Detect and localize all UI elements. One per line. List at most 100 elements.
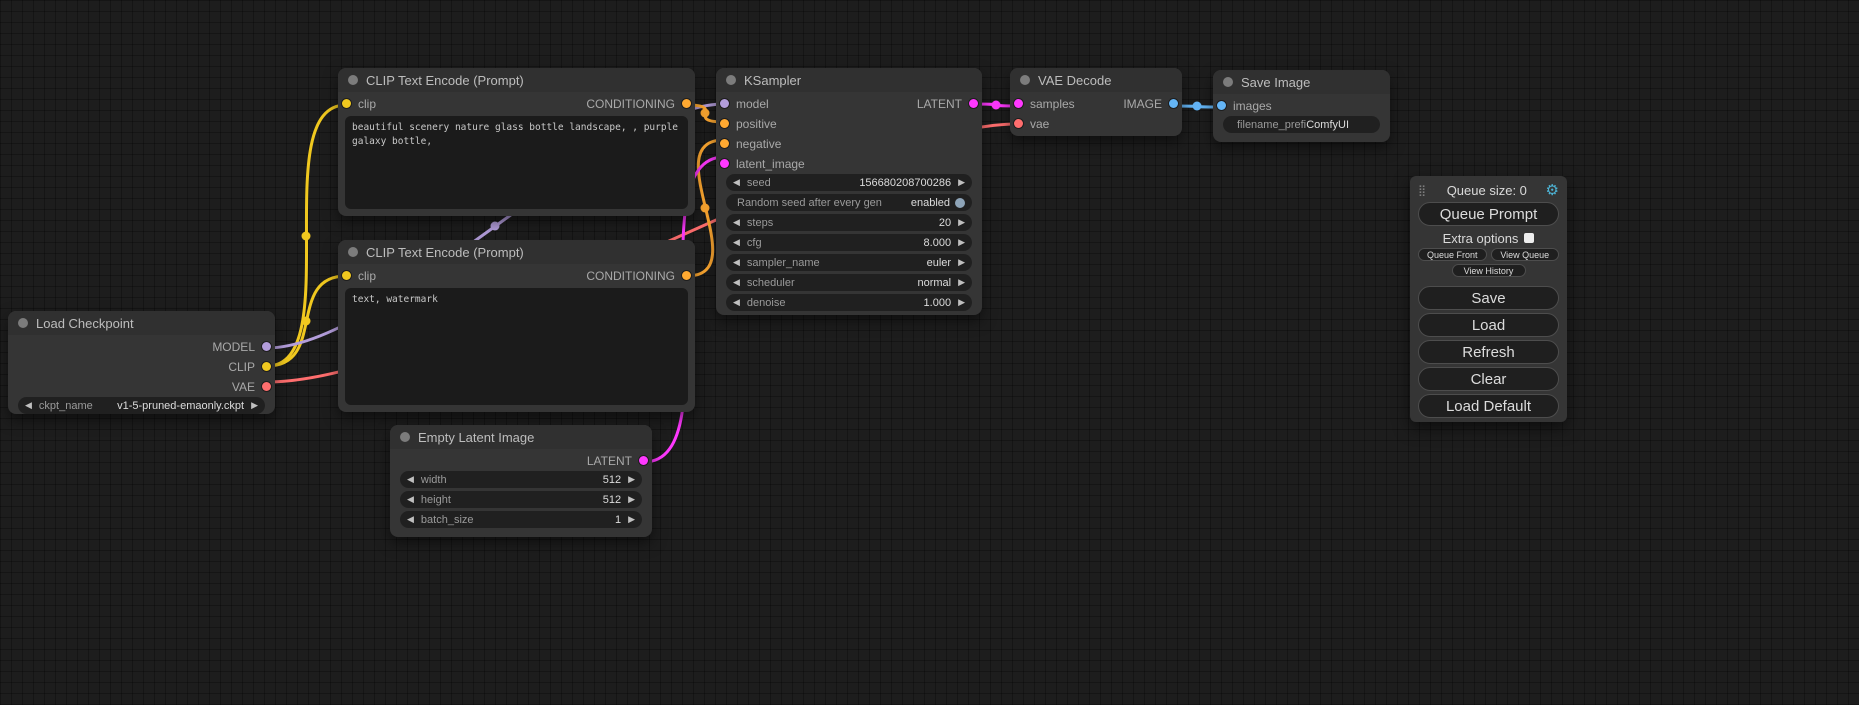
widget-filename-prefix[interactable]: filename_prefix ComfyUI	[1223, 116, 1380, 133]
input-dot-clip[interactable]	[342, 271, 351, 280]
input-slot-clip[interactable]: clip	[342, 97, 376, 111]
clear-button[interactable]: Clear	[1418, 367, 1559, 391]
increment-arrow-icon[interactable]: ▶	[958, 238, 965, 247]
queue-front-button[interactable]: Queue Front	[1418, 248, 1487, 261]
input-slot-clip[interactable]: clip	[342, 269, 376, 283]
node-vae-decode[interactable]: VAE Decode samples IMAGE vae	[1010, 68, 1182, 136]
input-dot-clip[interactable]	[342, 99, 351, 108]
output-dot-vae[interactable]	[262, 382, 271, 391]
collapse-dot-icon[interactable]	[348, 75, 358, 85]
output-slot-conditioning[interactable]: CONDITIONING	[586, 97, 691, 111]
output-slot-image[interactable]: IMAGE	[1123, 97, 1178, 111]
widget-sampler-name[interactable]: ◀ sampler_name euler ▶	[726, 254, 972, 271]
extra-options-checkbox[interactable]	[1524, 233, 1534, 243]
increment-arrow-icon[interactable]: ▶	[628, 495, 635, 504]
decrement-arrow-icon[interactable]: ◀	[733, 258, 740, 267]
node-title-bar[interactable]: VAE Decode	[1010, 68, 1182, 92]
widget-batch-size[interactable]: ◀ batch_size 1 ▶	[400, 511, 642, 528]
node-title-bar[interactable]: Save Image	[1213, 70, 1390, 94]
increment-arrow-icon[interactable]: ▶	[958, 298, 965, 307]
drag-handle-icon[interactable]: ⣿	[1418, 184, 1426, 197]
output-slot-latent[interactable]: LATENT	[587, 454, 648, 468]
output-dot-latent[interactable]	[969, 99, 978, 108]
node-title-bar[interactable]: Empty Latent Image	[390, 425, 652, 449]
decrement-arrow-icon[interactable]: ◀	[733, 218, 740, 227]
input-dot-latent-image[interactable]	[720, 159, 729, 168]
output-dot-clip[interactable]	[262, 362, 271, 371]
node-save-image[interactable]: Save Image images filename_prefix ComfyU…	[1213, 70, 1390, 142]
input-dot-negative[interactable]	[720, 139, 729, 148]
collapse-dot-icon[interactable]	[1020, 75, 1030, 85]
output-slot-clip[interactable]: CLIP	[228, 360, 271, 374]
queue-prompt-button[interactable]: Queue Prompt	[1418, 202, 1559, 226]
node-ksampler[interactable]: KSampler model LATENT positive negative …	[716, 68, 982, 315]
widget-denoise[interactable]: ◀ denoise 1.000 ▶	[726, 294, 972, 311]
increment-arrow-icon[interactable]: ▶	[251, 401, 258, 410]
input-slot-latent-image[interactable]: latent_image	[720, 157, 805, 171]
input-dot-positive[interactable]	[720, 119, 729, 128]
input-slot-images[interactable]: images	[1217, 99, 1272, 113]
node-clip-text-encode-positive[interactable]: CLIP Text Encode (Prompt) clip CONDITION…	[338, 68, 695, 216]
output-slot-latent[interactable]: LATENT	[917, 97, 978, 111]
widget-width[interactable]: ◀ width 512 ▶	[400, 471, 642, 488]
decrement-arrow-icon[interactable]: ◀	[733, 278, 740, 287]
output-dot-conditioning[interactable]	[682, 271, 691, 280]
decrement-arrow-icon[interactable]: ◀	[407, 495, 414, 504]
decrement-arrow-icon[interactable]: ◀	[25, 401, 32, 410]
input-slot-positive[interactable]: positive	[720, 117, 777, 131]
input-slot-negative[interactable]: negative	[720, 137, 781, 151]
node-load-checkpoint[interactable]: Load Checkpoint MODEL CLIP VAE ◀ ckpt_na…	[8, 311, 275, 414]
increment-arrow-icon[interactable]: ▶	[958, 218, 965, 227]
node-title-bar[interactable]: KSampler	[716, 68, 982, 92]
widget-random-seed-toggle[interactable]: Random seed after every gen enabled	[726, 194, 972, 211]
save-button[interactable]: Save	[1418, 286, 1559, 310]
positive-prompt-textarea[interactable]: beautiful scenery nature glass bottle la…	[345, 116, 688, 209]
collapse-dot-icon[interactable]	[400, 432, 410, 442]
input-slot-vae[interactable]: vae	[1014, 117, 1049, 131]
input-slot-samples[interactable]: samples	[1014, 97, 1075, 111]
output-slot-model[interactable]: MODEL	[212, 340, 271, 354]
collapse-dot-icon[interactable]	[726, 75, 736, 85]
output-dot-latent[interactable]	[639, 456, 648, 465]
refresh-button[interactable]: Refresh	[1418, 340, 1559, 364]
output-dot-model[interactable]	[262, 342, 271, 351]
increment-arrow-icon[interactable]: ▶	[628, 515, 635, 524]
node-empty-latent-image[interactable]: Empty Latent Image LATENT ◀ width 512 ▶ …	[390, 425, 652, 537]
input-dot-vae[interactable]	[1014, 119, 1023, 128]
view-queue-button[interactable]: View Queue	[1491, 248, 1560, 261]
collapse-dot-icon[interactable]	[348, 247, 358, 257]
increment-arrow-icon[interactable]: ▶	[958, 178, 965, 187]
view-history-button[interactable]: View History	[1452, 264, 1526, 277]
node-title-bar[interactable]: CLIP Text Encode (Prompt)	[338, 68, 695, 92]
load-button[interactable]: Load	[1418, 313, 1559, 337]
increment-arrow-icon[interactable]: ▶	[958, 258, 965, 267]
input-slot-model[interactable]: model	[720, 97, 769, 111]
decrement-arrow-icon[interactable]: ◀	[407, 475, 414, 484]
node-title-bar[interactable]: CLIP Text Encode (Prompt)	[338, 240, 695, 264]
widget-scheduler[interactable]: ◀ scheduler normal ▶	[726, 274, 972, 291]
decrement-arrow-icon[interactable]: ◀	[733, 238, 740, 247]
input-dot-images[interactable]	[1217, 101, 1226, 110]
widget-ckpt-name[interactable]: ◀ ckpt_name v1-5-pruned-emaonly.ckpt ▶	[18, 397, 265, 414]
collapse-dot-icon[interactable]	[1223, 77, 1233, 87]
toggle-on-dot[interactable]	[955, 198, 965, 208]
output-slot-vae[interactable]: VAE	[232, 380, 271, 394]
widget-seed[interactable]: ◀ seed 156680208700286 ▶	[726, 174, 972, 191]
negative-prompt-textarea[interactable]: text, watermark	[345, 288, 688, 405]
widget-height[interactable]: ◀ height 512 ▶	[400, 491, 642, 508]
output-slot-conditioning[interactable]: CONDITIONING	[586, 269, 691, 283]
settings-gear-icon[interactable]: ⚙	[1546, 181, 1559, 199]
node-title-bar[interactable]: Load Checkpoint	[8, 311, 275, 335]
node-clip-text-encode-negative[interactable]: CLIP Text Encode (Prompt) clip CONDITION…	[338, 240, 695, 412]
widget-cfg[interactable]: ◀ cfg 8.000 ▶	[726, 234, 972, 251]
collapse-dot-icon[interactable]	[18, 318, 28, 328]
output-dot-image[interactable]	[1169, 99, 1178, 108]
decrement-arrow-icon[interactable]: ◀	[733, 298, 740, 307]
input-dot-model[interactable]	[720, 99, 729, 108]
load-default-button[interactable]: Load Default	[1418, 394, 1559, 418]
decrement-arrow-icon[interactable]: ◀	[407, 515, 414, 524]
input-dot-samples[interactable]	[1014, 99, 1023, 108]
output-dot-conditioning[interactable]	[682, 99, 691, 108]
increment-arrow-icon[interactable]: ▶	[958, 278, 965, 287]
increment-arrow-icon[interactable]: ▶	[628, 475, 635, 484]
